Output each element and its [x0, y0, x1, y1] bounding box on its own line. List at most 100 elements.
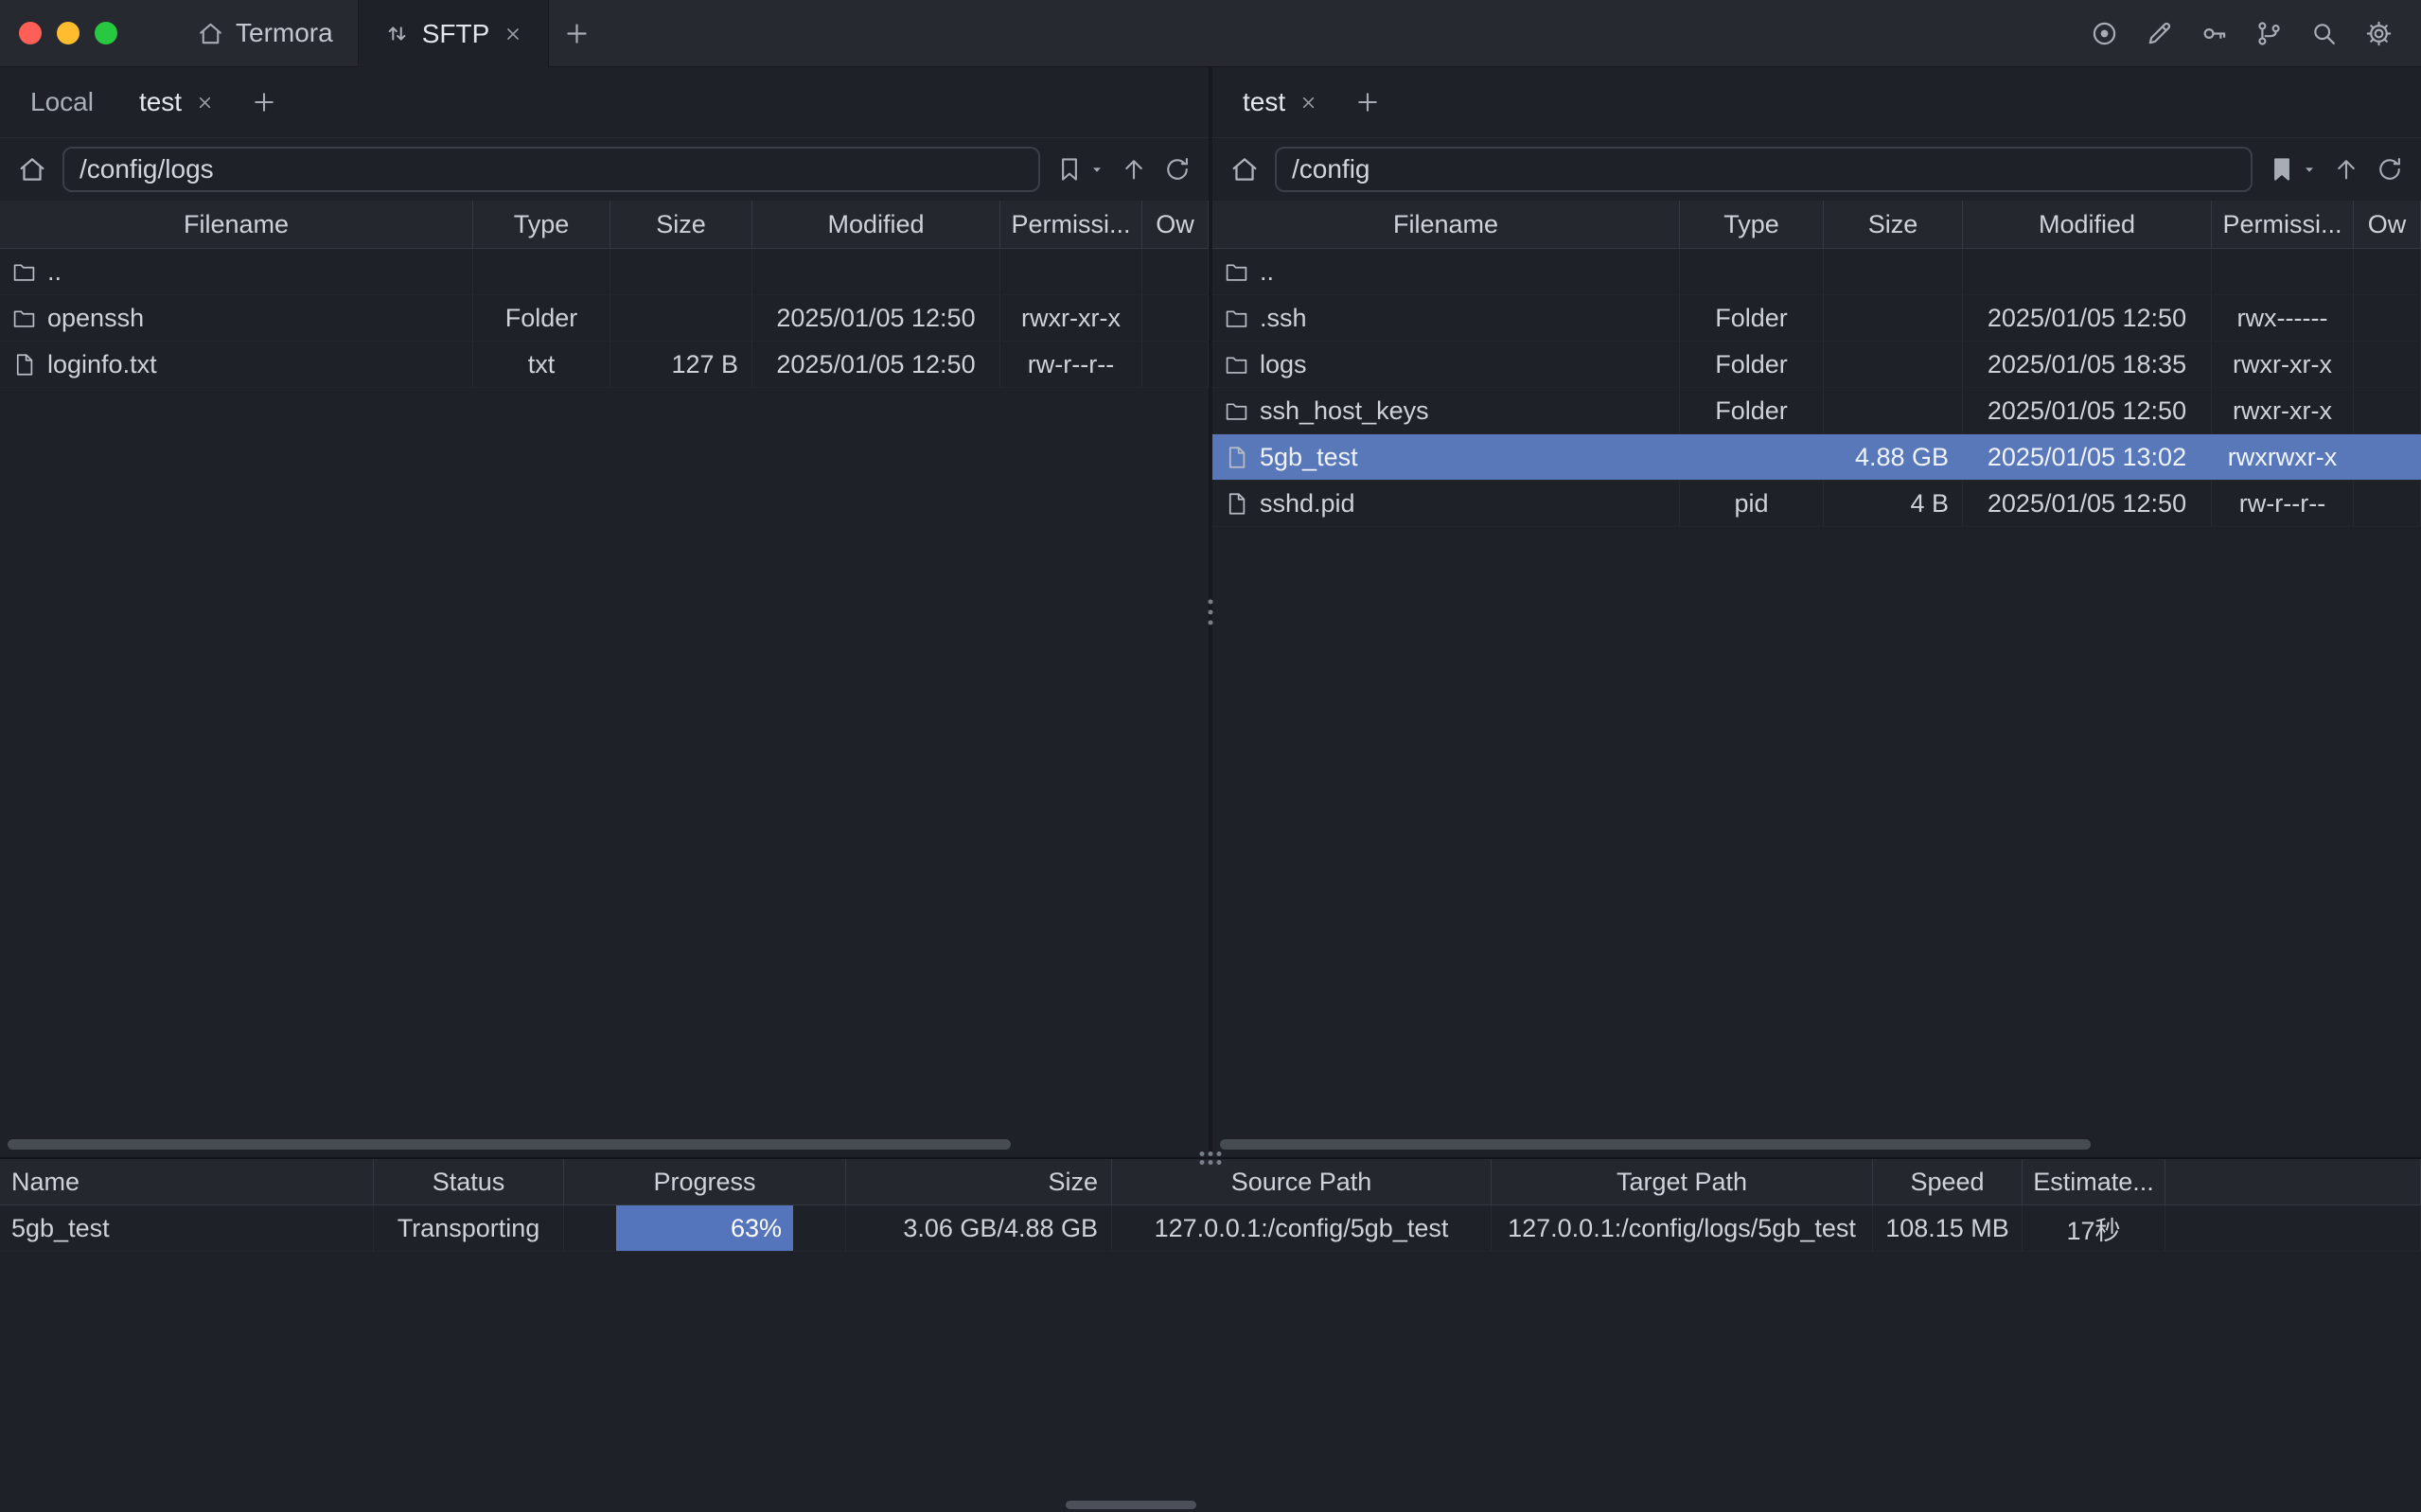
file-row[interactable]: loginfo.txttxt127 B2025/01/05 12:50rw-r-… [0, 342, 1209, 388]
file-cell-modified [752, 249, 1000, 294]
column-header-name[interactable]: Name [0, 1159, 374, 1204]
column-header-speed[interactable]: Speed [1873, 1159, 2023, 1204]
file-row[interactable]: logsFolder2025/01/05 18:35rwxr-xr-x [1212, 342, 2421, 388]
column-header-filename[interactable]: Filename [1212, 201, 1680, 248]
column-header-ow[interactable]: Ow [2354, 201, 2421, 248]
chevron-down-icon[interactable] [2302, 162, 2317, 177]
transfer-cell-estimate: 17秒 [2023, 1205, 2165, 1251]
file-cell-owner [2354, 481, 2421, 526]
column-header-size[interactable]: Size [846, 1159, 1112, 1204]
key-manager-button[interactable] [2194, 13, 2234, 53]
file-cell-type [473, 249, 610, 294]
path-input[interactable] [1275, 147, 2253, 192]
chevron-down-icon[interactable] [1089, 162, 1104, 177]
column-header-targetpath[interactable]: Target Path [1492, 1159, 1873, 1204]
file-cell-permissions: rwxr-xr-x [1000, 295, 1142, 341]
record-button[interactable] [2084, 13, 2124, 53]
folder-icon [1224, 259, 1249, 285]
tab-test[interactable]: test [1220, 67, 1341, 137]
folder-icon [11, 306, 37, 331]
file-row[interactable]: .. [0, 249, 1209, 295]
horizontal-scrollbar[interactable] [8, 1139, 1011, 1150]
file-cell-modified: 2025/01/05 12:50 [1963, 481, 2212, 526]
file-cell-name: .ssh [1212, 295, 1680, 341]
file-cell-permissions: rw-r--r-- [2212, 481, 2354, 526]
refresh-icon[interactable] [2376, 155, 2404, 184]
transfer-cell-speed: 108.15 MB [1873, 1205, 2023, 1251]
column-header-status[interactable]: Status [374, 1159, 564, 1204]
edit-icon [2145, 19, 2174, 48]
local-file-table: FilenameTypeSizeModifiedPermissi...Ow..o… [0, 201, 1209, 1157]
tab-sftp[interactable]: SFTP [358, 0, 550, 67]
transfer-cell-status: Transporting [374, 1205, 564, 1251]
file-row[interactable]: .sshFolder2025/01/05 12:50rwx------ [1212, 295, 2421, 342]
transfer-icon [383, 20, 411, 47]
file-cell-size [1824, 249, 1963, 294]
add-tab-button[interactable] [1341, 67, 1394, 137]
gear-icon [2364, 19, 2394, 48]
file-cell-owner [2354, 388, 2421, 433]
search-icon [2309, 19, 2339, 48]
transfer-panel: NameStatusProgressSizeSource PathTarget … [0, 1157, 2421, 1512]
panel-divider-handle[interactable] [1200, 1152, 1222, 1165]
home-icon[interactable] [17, 154, 47, 185]
bookmark-icon[interactable] [2268, 155, 2296, 184]
tab-label: Local [30, 87, 94, 117]
search-button[interactable] [2304, 13, 2343, 53]
file-row[interactable]: .. [1212, 249, 2421, 295]
file-cell-owner [2354, 249, 2421, 294]
column-header-type[interactable]: Type [473, 201, 610, 248]
remote-pathbar [1212, 138, 2421, 201]
file-cell-permissions: rwxrwxr-x [2212, 434, 2354, 480]
close-icon[interactable] [503, 24, 523, 44]
file-row[interactable]: opensshFolder2025/01/05 12:50rwxr-xr-x [0, 295, 1209, 342]
column-header-size[interactable]: Size [1824, 201, 1963, 248]
file-row[interactable]: sshd.pidpid4 B2025/01/05 12:50rw-r--r-- [1212, 481, 2421, 527]
refresh-icon[interactable] [1163, 155, 1192, 184]
column-header-type[interactable]: Type [1680, 201, 1824, 248]
tab-local[interactable]: Local [8, 67, 116, 137]
new-tab-button[interactable] [549, 0, 604, 66]
settings-button[interactable] [2359, 13, 2398, 53]
column-header-size[interactable]: Size [610, 201, 752, 248]
bookmark-icon[interactable] [1055, 155, 1084, 184]
horizontal-scrollbar[interactable] [1220, 1139, 2091, 1150]
column-header-permissi[interactable]: Permissi... [2212, 201, 2354, 248]
close-icon[interactable] [195, 93, 215, 113]
column-header-filename[interactable]: Filename [0, 201, 473, 248]
home-icon[interactable] [1229, 154, 1260, 185]
file-cell-modified: 2025/01/05 12:50 [1963, 388, 2212, 433]
edit-button[interactable] [2139, 13, 2179, 53]
column-header-modified[interactable]: Modified [1963, 201, 2212, 248]
column-header-sourcepath[interactable]: Source Path [1112, 1159, 1492, 1204]
file-cell-owner [1142, 249, 1209, 294]
transfer-row[interactable]: 5gb_testTransporting63%3.06 GB/4.88 GB12… [0, 1205, 2421, 1252]
file-cell-size [1824, 342, 1963, 387]
file-cell-name: .. [0, 249, 473, 294]
file-cell-type: Folder [1680, 388, 1824, 433]
tab-label: Termora [236, 18, 333, 48]
remote-file-table: FilenameTypeSizeModifiedPermissi...Ow...… [1212, 201, 2421, 1157]
file-row[interactable]: 5gb_test4.88 GB2025/01/05 13:02rwxrwxr-x [1212, 434, 2421, 481]
file-cell-type: txt [473, 342, 610, 387]
add-tab-button[interactable] [238, 67, 291, 137]
column-header-estimate[interactable]: Estimate... [2023, 1159, 2165, 1204]
column-header-permissi[interactable]: Permissi... [1000, 201, 1142, 248]
up-directory-icon[interactable] [2332, 155, 2360, 184]
close-icon[interactable] [1299, 93, 1318, 113]
column-header-ow[interactable]: Ow [1142, 201, 1209, 248]
zoom-window-button[interactable] [95, 22, 117, 44]
branch-button[interactable] [2249, 13, 2288, 53]
tab-termora[interactable]: Termora [172, 0, 358, 66]
horizontal-scrollbar[interactable] [1066, 1501, 1196, 1509]
file-cell-modified [1963, 249, 2212, 294]
minimize-window-button[interactable] [57, 22, 80, 44]
remote-pane-tabs: test [1212, 67, 2421, 138]
path-input[interactable] [62, 147, 1040, 192]
tab-test[interactable]: test [116, 67, 238, 137]
file-row[interactable]: ssh_host_keysFolder2025/01/05 12:50rwxr-… [1212, 388, 2421, 434]
up-directory-icon[interactable] [1120, 155, 1148, 184]
column-header-progress[interactable]: Progress [564, 1159, 846, 1204]
column-header-modified[interactable]: Modified [752, 201, 1000, 248]
close-window-button[interactable] [19, 22, 42, 44]
